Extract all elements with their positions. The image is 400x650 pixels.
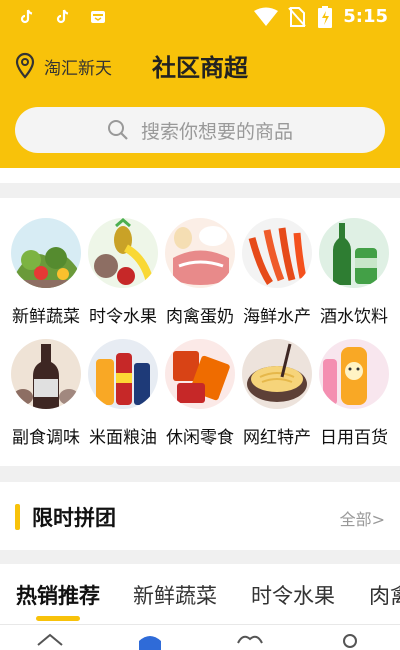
specialty-noodles-image <box>242 339 312 409</box>
tiktok-icon <box>20 9 33 24</box>
category-item-rice-oil[interactable]: 米面粮油 <box>85 339 161 448</box>
flash-sale-section: 限时拼团 全部> <box>0 482 400 550</box>
tab-vegetables[interactable]: 新鲜蔬菜 <box>133 580 217 610</box>
search-icon <box>107 120 128 140</box>
tab-fruits[interactable]: 时令水果 <box>251 580 335 610</box>
category-label: 休闲零食 <box>166 428 234 448</box>
category-label: 新鲜蔬菜 <box>12 307 80 327</box>
category-item-meat[interactable]: 肉禽蛋奶 <box>162 218 238 327</box>
status-time: 5:15 <box>343 6 388 27</box>
search-input[interactable]: 搜索你想要的商品 <box>15 107 385 153</box>
drinks-image <box>319 218 389 288</box>
header: 5:15 淘汇新天 社区商超 搜索你想要的商品 <box>0 0 400 168</box>
profile-icon[interactable] <box>335 631 365 650</box>
meat-eggs-image <box>165 218 235 288</box>
tab-hot-recommend[interactable]: 热销推荐 <box>16 580 100 610</box>
category-item-daily-goods[interactable]: 日用百货 <box>316 339 392 448</box>
no-sim-icon <box>288 7 306 27</box>
condiments-image <box>11 339 81 409</box>
section-divider <box>0 466 400 482</box>
snacks-image <box>165 339 235 409</box>
page-title: 社区商超 <box>152 54 248 82</box>
tiktok-icon <box>56 9 69 24</box>
category-item-vegetables[interactable]: 新鲜蔬菜 <box>8 218 84 327</box>
category-item-specialty[interactable]: 网红特产 <box>239 339 315 448</box>
rice-oil-image <box>88 339 158 409</box>
category-item-snacks[interactable]: 休闲零食 <box>162 339 238 448</box>
fruits-image <box>88 218 158 288</box>
view-all-link[interactable]: 全部> <box>340 506 385 530</box>
category-label: 海鲜水产 <box>243 307 311 327</box>
category-label: 米面粮油 <box>89 428 157 448</box>
wifi-icon <box>254 7 278 26</box>
category-label: 时令水果 <box>89 307 157 327</box>
category-label: 日用百货 <box>320 428 388 448</box>
daily-goods-image <box>319 339 389 409</box>
category-label: 网红特产 <box>243 428 311 448</box>
category-label: 酒水饮料 <box>320 307 388 327</box>
category-item-seafood[interactable]: 海鲜水产 <box>239 218 315 327</box>
search-placeholder: 搜索你想要的商品 <box>140 120 293 143</box>
category-grid: 新鲜蔬菜 时令水果 肉禽蛋奶 海鲜水产 酒水饮料 副食调味 米面粮油 休闲零食 … <box>0 198 400 466</box>
section-divider <box>0 550 400 564</box>
status-bar: 5:15 <box>0 0 400 36</box>
battery-icon <box>318 6 332 28</box>
section-accent-bar <box>15 504 20 530</box>
vegetables-image <box>11 218 81 288</box>
mail-icon <box>91 11 105 23</box>
category-item-drinks[interactable]: 酒水饮料 <box>316 218 392 327</box>
category-item-condiments[interactable]: 副食调味 <box>8 339 84 448</box>
home-icon[interactable] <box>35 631 65 650</box>
tab-meat[interactable]: 肉禽 <box>369 580 400 610</box>
category-icon[interactable] <box>135 631 165 650</box>
category-label: 肉禽蛋奶 <box>166 307 234 327</box>
product-tabs: 热销推荐 新鲜蔬菜 时令水果 肉禽 <box>0 564 400 624</box>
seafood-image <box>242 218 312 288</box>
flash-sale-title: 限时拼团 <box>32 506 116 530</box>
cart-icon[interactable] <box>235 631 265 650</box>
category-label: 副食调味 <box>12 428 80 448</box>
active-tab-indicator <box>36 616 80 621</box>
bottom-nav <box>0 624 400 650</box>
category-item-fruits[interactable]: 时令水果 <box>85 218 161 327</box>
banner-spacer <box>0 168 400 198</box>
